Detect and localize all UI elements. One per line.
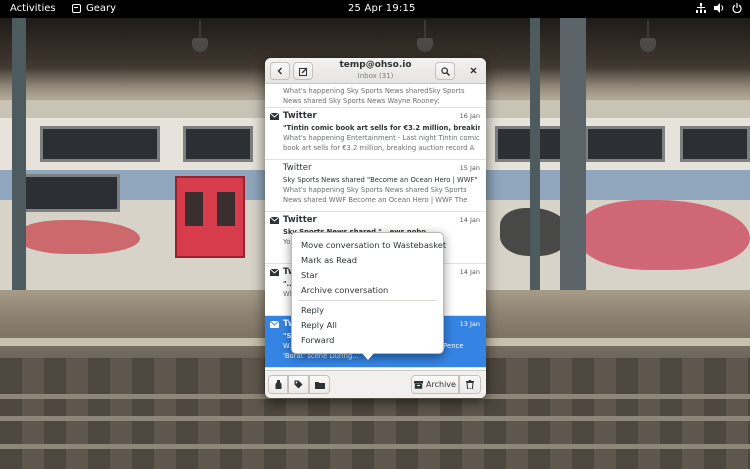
search-button[interactable] <box>435 62 455 80</box>
menu-item-mark-as-read[interactable]: Mark as Read <box>292 253 443 268</box>
menu-item-star[interactable]: Star <box>292 268 443 283</box>
tag-icon <box>294 380 303 389</box>
menu-item-archive-conversation[interactable]: Archive conversation <box>292 283 443 298</box>
app-menu-label: Geary <box>86 3 117 14</box>
station-pillar <box>560 18 586 308</box>
conversation-context-menu: Move conversation to Wastebasket Mark as… <box>291 232 446 354</box>
archive-button[interactable]: Archive <box>411 375 459 394</box>
archive-icon <box>414 380 424 389</box>
conversation-action-bar: Archive <box>265 370 486 398</box>
folder-icon <box>314 381 325 389</box>
conversation-sender: Twitter <box>283 163 312 173</box>
volume-icon <box>714 3 724 13</box>
conversation-date: 14 Jan <box>459 268 480 276</box>
trash-icon <box>466 380 474 389</box>
station-pillar <box>12 18 26 308</box>
conversation-date: 14 Jan <box>459 216 480 224</box>
unread-envelope-icon <box>270 217 279 224</box>
conversation-preview: What's happening Sky Sports News shared … <box>283 186 468 204</box>
mark-button[interactable] <box>268 375 288 394</box>
menu-item-reply[interactable]: Reply <box>292 303 443 318</box>
conversation-row[interactable]: Twitter 16 Jan "Tintin comic book art se… <box>265 108 486 160</box>
conversation-sender: Twitter <box>283 215 317 225</box>
label-button[interactable] <box>288 375 309 394</box>
conversation-date: 15 Jan <box>459 164 480 172</box>
conversation-date: 16 Jan <box>459 112 480 120</box>
menu-item-forward[interactable]: Forward <box>292 333 443 348</box>
unread-envelope-icon <box>270 321 279 328</box>
menu-separator <box>298 300 437 301</box>
geary-app-icon <box>72 4 81 13</box>
mark-icon <box>275 380 281 389</box>
top-bar: Activities Geary 25 Apr 19:15 <box>0 0 750 18</box>
move-button[interactable] <box>309 375 330 394</box>
unread-envelope-icon <box>270 269 279 276</box>
menu-item-move-to-wastebasket[interactable]: Move conversation to Wastebasket <box>292 238 446 253</box>
trash-button[interactable] <box>459 375 481 394</box>
station-pillar <box>530 18 540 308</box>
network-icon <box>696 3 706 13</box>
activities-button[interactable]: Activities <box>10 3 56 14</box>
system-status-area[interactable] <box>696 3 742 13</box>
archive-button-label: Archive <box>426 380 456 389</box>
unread-envelope-icon <box>270 113 279 120</box>
menu-item-reply-all[interactable]: Reply All <box>292 318 443 333</box>
conversation-subject: Sky Sports News shared "Become an Ocean … <box>283 176 478 184</box>
clock[interactable]: 25 Apr 19:15 <box>348 3 416 14</box>
conversation-subject: "Tintin comic book art sells for €3.2 mi… <box>283 124 480 132</box>
conversation-row[interactable]: What's happening Sky Sports News sharedS… <box>265 85 486 108</box>
conversation-sender: Twitter <box>283 111 317 121</box>
close-icon <box>470 67 476 73</box>
conversation-row[interactable]: Twitter 15 Jan Sky Sports News shared "B… <box>265 160 486 212</box>
close-window-button[interactable] <box>466 63 480 77</box>
header-bar: temp@ohso.io Inbox (31) <box>265 58 486 84</box>
conversation-date: 13 Jan <box>459 320 480 328</box>
conversation-preview: What's happening Entertainment - Last ni… <box>283 134 480 152</box>
search-icon <box>440 66 450 76</box>
conversation-preview: What's happening Sky Sports News sharedS… <box>283 87 465 105</box>
app-menu[interactable]: Geary <box>72 3 116 14</box>
power-icon <box>732 3 742 13</box>
context-menu-pointer <box>361 352 375 360</box>
